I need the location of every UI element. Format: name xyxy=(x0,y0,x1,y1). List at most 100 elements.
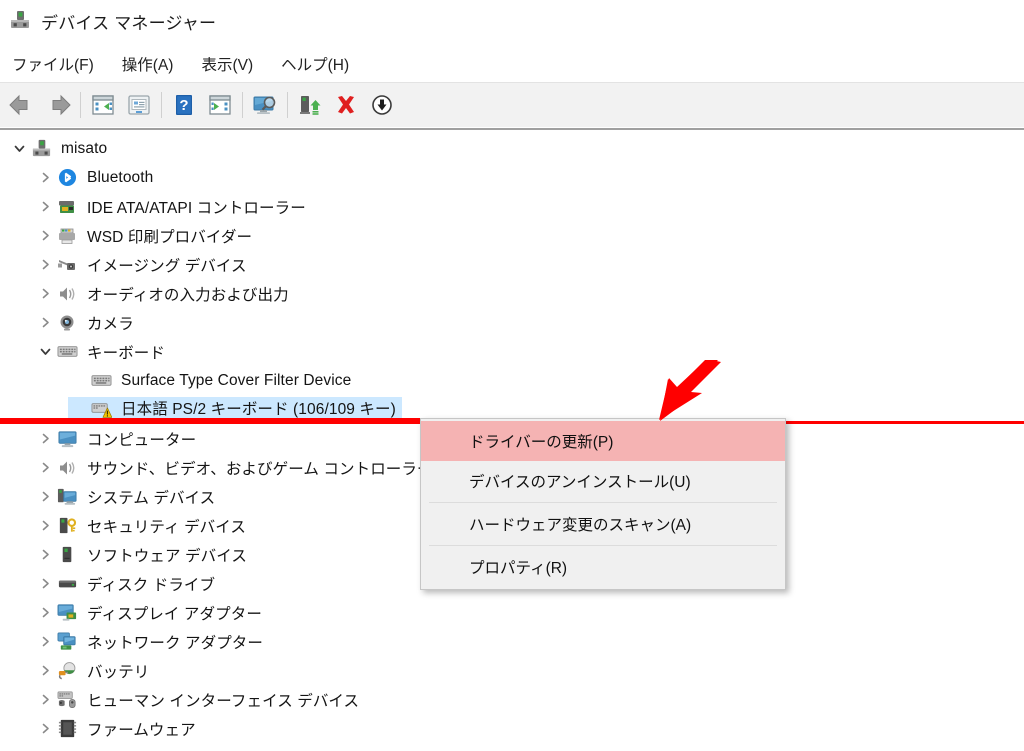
context-menu-separator xyxy=(429,502,777,503)
chevron-right-icon[interactable] xyxy=(34,167,56,189)
tree-row-audio-io[interactable]: オーディオの入力および出力 xyxy=(0,279,1024,308)
toolbar-separator xyxy=(242,92,243,118)
chevron-right-icon[interactable] xyxy=(34,312,56,334)
tree-label: コンピューター xyxy=(87,431,197,449)
toolbar-separator xyxy=(287,92,288,118)
bluetooth-icon xyxy=(56,167,78,189)
tree-label: カメラ xyxy=(87,315,134,333)
tree-row-root[interactable]: misato xyxy=(0,134,1024,163)
tree-label: ファームウェア xyxy=(87,721,196,739)
ctx-uninstall-device[interactable]: デバイスのアンインストール(U) xyxy=(421,461,785,501)
ctx-scan-hardware[interactable]: ハードウェア変更のスキャン(A) xyxy=(421,504,785,544)
menu-file[interactable]: ファイル(F) xyxy=(12,51,104,77)
forward-arrow-icon[interactable] xyxy=(40,87,76,123)
tree-label: WSD 印刷プロバイダー xyxy=(87,228,253,246)
tree-label: セキュリティ デバイス xyxy=(87,518,247,536)
chevron-right-icon[interactable] xyxy=(34,660,56,682)
toolbar: ? xyxy=(0,82,1024,127)
keyboard-icon xyxy=(90,370,112,392)
titlebar: デバイス マネージャー xyxy=(0,0,1024,42)
chevron-right-icon[interactable] xyxy=(34,254,56,276)
show-details-icon[interactable] xyxy=(121,87,157,123)
chevron-right-icon[interactable] xyxy=(34,631,56,653)
tree-label: ディスク ドライブ xyxy=(87,576,216,594)
tree-label: Bluetooth xyxy=(87,168,154,186)
chevron-right-icon[interactable] xyxy=(34,486,56,508)
tree-row-wsd-print-provider[interactable]: WSD 印刷プロバイダー xyxy=(0,221,1024,250)
chevron-right-icon[interactable] xyxy=(34,196,56,218)
menu-help[interactable]: ヘルプ(H) xyxy=(281,51,359,77)
battery-icon xyxy=(56,660,78,682)
menu-view[interactable]: 表示(V) xyxy=(201,51,263,77)
tree-label: イメージング デバイス xyxy=(87,257,247,275)
device-manager-icon xyxy=(9,9,31,31)
tree-label: ネットワーク アダプター xyxy=(87,634,264,652)
imaging-device-icon xyxy=(56,254,78,276)
tree-label: Surface Type Cover Filter Device xyxy=(121,371,352,389)
tree-row-keyboards[interactable]: キーボード xyxy=(0,337,1024,366)
tree-label: misato xyxy=(61,139,108,157)
scan-hardware-icon[interactable] xyxy=(247,87,283,123)
ctx-properties[interactable]: プロパティ(R) xyxy=(421,547,785,587)
network-adapter-icon xyxy=(56,631,78,653)
svg-text:?: ? xyxy=(179,97,188,114)
firmware-icon xyxy=(56,718,78,740)
tree-row-bluetooth[interactable]: Bluetooth xyxy=(0,163,1024,192)
help-icon[interactable]: ? xyxy=(166,87,202,123)
menubar: ファイル(F) 操作(A) 表示(V) ヘルプ(H) xyxy=(0,48,1024,80)
chevron-down-icon[interactable] xyxy=(34,341,56,363)
chevron-right-icon[interactable] xyxy=(34,718,56,740)
hide-console-tree-icon[interactable] xyxy=(202,87,238,123)
back-arrow-icon[interactable] xyxy=(4,87,40,123)
chevron-right-icon[interactable] xyxy=(34,225,56,247)
tree-label: システム デバイス xyxy=(87,489,216,507)
disk-drive-icon xyxy=(56,573,78,595)
display-adapter-icon xyxy=(56,602,78,624)
chevron-right-icon[interactable] xyxy=(34,689,56,711)
properties-panel-icon[interactable] xyxy=(85,87,121,123)
printer-icon xyxy=(56,225,78,247)
camera-icon xyxy=(56,312,78,334)
chevron-right-icon[interactable] xyxy=(34,602,56,624)
chevron-right-icon[interactable] xyxy=(34,428,56,450)
tree-row-cameras[interactable]: カメラ xyxy=(0,308,1024,337)
chevron-down-icon[interactable] xyxy=(8,138,30,160)
tree-row-firmware[interactable]: ファームウェア xyxy=(0,714,1024,743)
tree-label: オーディオの入力および出力 xyxy=(87,286,289,304)
chevron-right-icon[interactable] xyxy=(34,457,56,479)
tree-label: 日本語 PS/2 キーボード (106/109 キー) xyxy=(121,401,396,418)
tree-label: ソフトウェア デバイス xyxy=(87,547,247,565)
uninstall-device-icon[interactable] xyxy=(328,87,364,123)
tree-label: キーボード xyxy=(87,344,166,362)
toolbar-separator xyxy=(161,92,162,118)
tree-row-ide-controller[interactable]: IDE ATA/ATAPI コントローラー xyxy=(0,192,1024,221)
disable-device-icon[interactable] xyxy=(364,87,400,123)
tree-label: バッテリ xyxy=(87,663,150,681)
tree-row-human-interface-devices[interactable]: ヒューマン インターフェイス デバイス xyxy=(0,685,1024,714)
tree-row-batteries[interactable]: バッテリ xyxy=(0,656,1024,685)
keyboard-icon xyxy=(56,341,78,363)
keyboard-warning-icon xyxy=(90,397,112,419)
tree-label: ヒューマン インターフェイス デバイス xyxy=(87,692,360,710)
tree-row-network-adapters[interactable]: ネットワーク アダプター xyxy=(0,627,1024,656)
software-device-icon xyxy=(56,544,78,566)
chevron-right-icon[interactable] xyxy=(34,515,56,537)
window-title: デバイス マネージャー xyxy=(41,13,217,33)
security-device-icon xyxy=(56,515,78,537)
ctx-update-driver[interactable]: ドライバーの更新(P) xyxy=(421,421,785,461)
ide-controller-icon xyxy=(56,196,78,218)
update-driver-icon[interactable] xyxy=(292,87,328,123)
tree-row-surface-type-cover[interactable]: Surface Type Cover Filter Device xyxy=(0,366,1024,395)
tree-label: ディスプレイ アダプター xyxy=(87,605,262,623)
hid-icon xyxy=(56,689,78,711)
chevron-right-icon[interactable] xyxy=(34,573,56,595)
device-manager-window: デバイス マネージャー ファイル(F) 操作(A) 表示(V) ヘルプ(H) ?… xyxy=(0,0,1024,751)
context-menu: ドライバーの更新(P) デバイスのアンインストール(U) ハードウェア変更のスキ… xyxy=(420,418,786,590)
chevron-right-icon[interactable] xyxy=(34,283,56,305)
menu-action[interactable]: 操作(A) xyxy=(122,51,184,77)
tree-row-imaging-devices[interactable]: イメージング デバイス xyxy=(0,250,1024,279)
monitor-icon xyxy=(56,428,78,450)
toolbar-bottom-divider xyxy=(0,128,1024,130)
tree-row-display-adapters[interactable]: ディスプレイ アダプター xyxy=(0,598,1024,627)
chevron-right-icon[interactable] xyxy=(34,544,56,566)
